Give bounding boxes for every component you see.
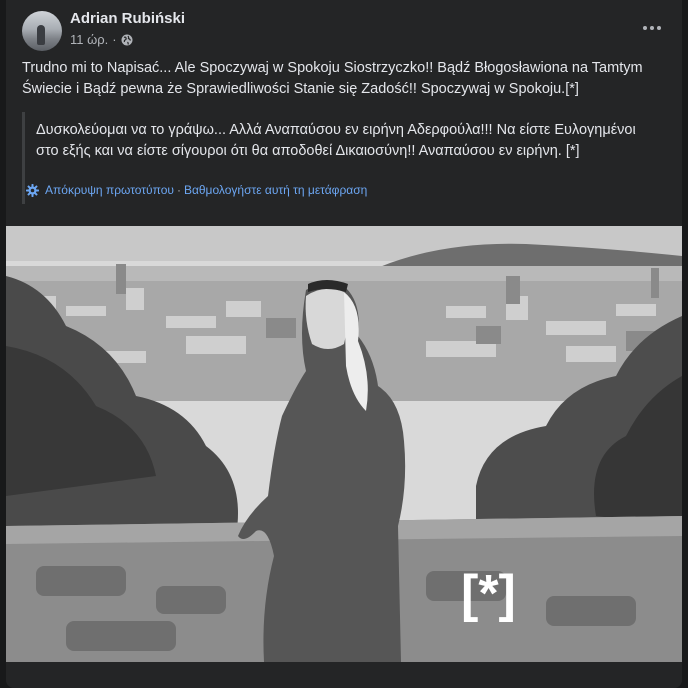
more-options-icon xyxy=(643,26,647,30)
post-footer xyxy=(6,662,682,688)
meta-separator: · xyxy=(112,32,117,47)
translation-links: Απόκρυψη πρωτοτύπου · Βαθμολογήστε αυτή … xyxy=(26,183,367,197)
more-options-button[interactable] xyxy=(638,16,666,40)
post-card: Adrian Rubiński 11 ώρ. · Trudno mi to Na… xyxy=(6,0,682,688)
author-name[interactable]: Adrian Rubiński xyxy=(70,10,185,27)
post-meta: 11 ώρ. · xyxy=(70,32,133,47)
hide-original-link[interactable]: Απόκρυψη πρωτοτύπου xyxy=(45,183,174,197)
photo-overlay-text: [*] xyxy=(461,565,516,623)
avatar[interactable] xyxy=(22,11,62,51)
post-photo[interactable]: [*] xyxy=(6,226,682,662)
link-separator: · xyxy=(176,183,181,197)
post-text: Trudno mi to Napisać... Ale Spoczywaj w … xyxy=(22,60,643,97)
gear-icon xyxy=(26,183,39,197)
globe-icon xyxy=(121,34,133,46)
rate-translation-link[interactable]: Βαθμολογήστε αυτή τη μετάφραση xyxy=(184,183,367,197)
translation-text: Δυσκολεύομαι να το γράψω... Αλλά Αναπαύσ… xyxy=(36,122,636,159)
post-timestamp[interactable]: 11 ώρ. xyxy=(70,32,108,47)
photo-scene: [*] xyxy=(6,226,682,662)
avatar-figure xyxy=(37,25,45,45)
post-header: Adrian Rubiński 11 ώρ. · xyxy=(6,0,682,56)
